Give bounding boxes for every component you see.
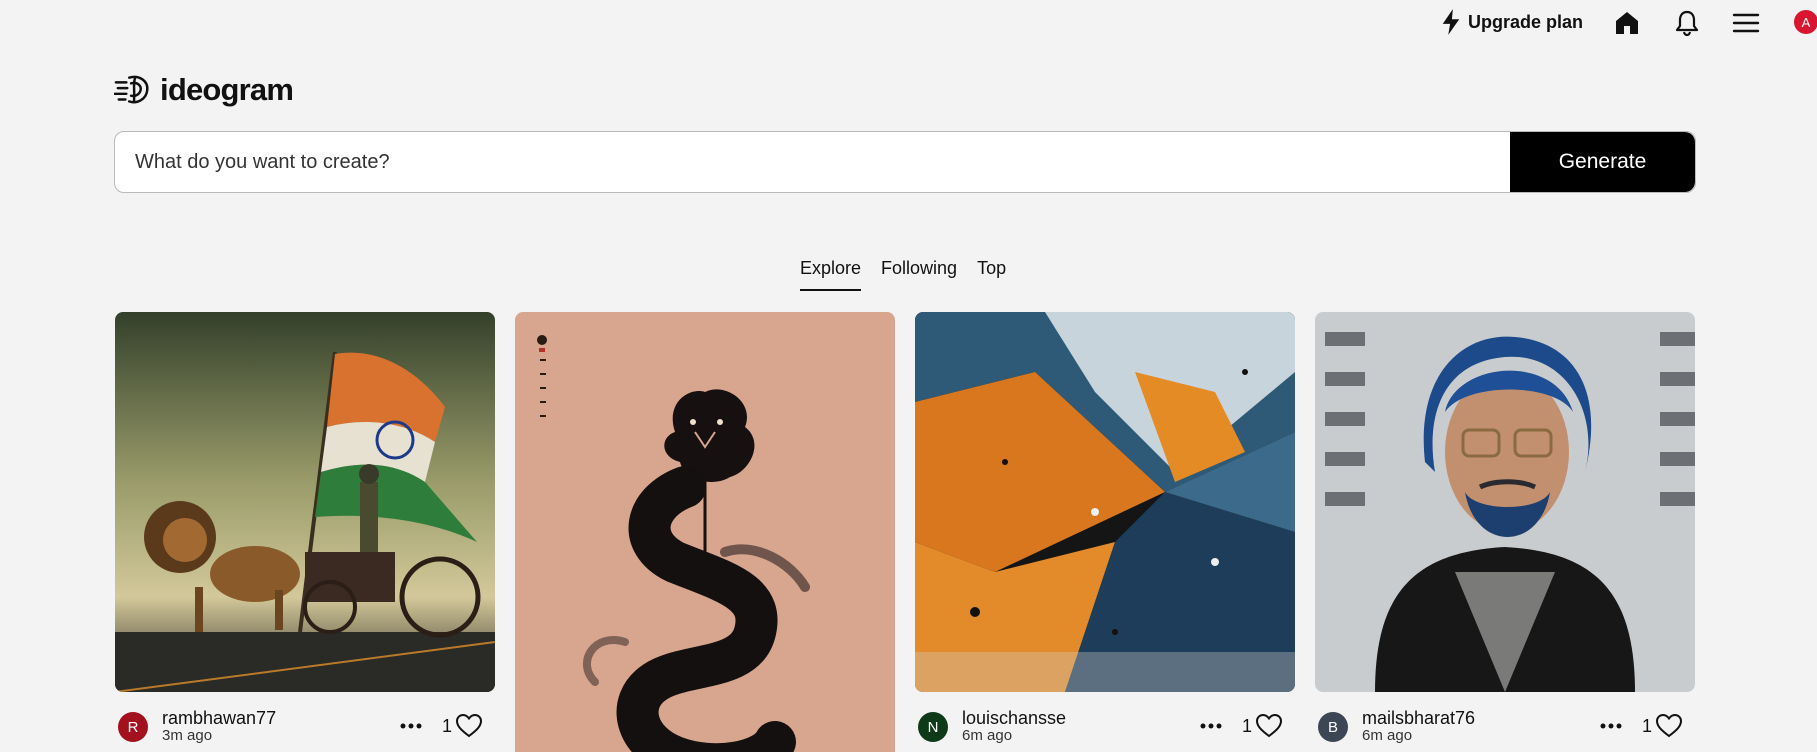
username[interactable]: rambhawan77 xyxy=(162,709,276,727)
generated-image[interactable] xyxy=(915,312,1295,692)
image-card: R rambhawan77 3m ago 1 xyxy=(115,312,495,744)
generated-image[interactable] xyxy=(515,312,895,752)
avatar[interactable]: R xyxy=(118,712,148,742)
card-meta: N louischansse 6m ago 1 xyxy=(915,704,1295,750)
more-options-icon[interactable] xyxy=(397,714,425,738)
like-count: 1 xyxy=(442,716,453,736)
prompt-input[interactable] xyxy=(115,132,1510,192)
avatar[interactable]: B xyxy=(1318,712,1348,742)
more-options-icon[interactable] xyxy=(1197,714,1225,738)
image-card: B mailsbharat76 6m ago 1 xyxy=(1315,312,1695,744)
hamburger-menu-icon[interactable] xyxy=(1731,8,1761,38)
image-card xyxy=(515,312,895,752)
timestamp: 6m ago xyxy=(1362,727,1413,744)
generate-button[interactable]: Generate xyxy=(1510,132,1695,192)
generated-image[interactable] xyxy=(115,312,495,692)
timestamp: 3m ago xyxy=(162,727,213,744)
avatar[interactable]: N xyxy=(918,712,948,742)
like-count: 1 xyxy=(1242,716,1253,736)
ideogram-logo-icon xyxy=(114,75,149,104)
prompt-bar: Generate xyxy=(114,131,1696,193)
upgrade-plan-button[interactable]: Upgrade plan xyxy=(1440,8,1583,36)
image-card: N louischansse 6m ago 1 xyxy=(915,312,1295,744)
tab-explore[interactable]: Explore xyxy=(800,258,862,291)
heart-icon[interactable] xyxy=(1655,712,1683,740)
more-options-icon[interactable] xyxy=(1597,714,1625,738)
card-meta: B mailsbharat76 6m ago 1 xyxy=(1315,704,1695,750)
username[interactable]: louischansse xyxy=(962,709,1066,727)
card-author: mailsbharat76 6m ago xyxy=(1362,709,1475,744)
ideogram-logo[interactable]: ideogram xyxy=(114,72,294,108)
bell-icon[interactable] xyxy=(1672,8,1702,38)
user-avatar[interactable]: A xyxy=(1794,10,1817,34)
like-count: 1 xyxy=(1642,716,1653,736)
lightning-icon xyxy=(1442,9,1460,35)
heart-icon[interactable] xyxy=(455,712,483,740)
card-author: louischansse 6m ago xyxy=(962,709,1066,744)
card-author: rambhawan77 3m ago xyxy=(162,709,276,744)
generated-image[interactable] xyxy=(1315,312,1695,692)
card-meta: R rambhawan77 3m ago 1 xyxy=(115,704,495,750)
logo-text: ideogram xyxy=(160,72,294,107)
username[interactable]: mailsbharat76 xyxy=(1362,709,1475,727)
heart-icon[interactable] xyxy=(1255,712,1283,740)
home-icon[interactable] xyxy=(1612,8,1642,38)
feed-tabs: Explore Following Top xyxy=(800,258,1006,291)
timestamp: 6m ago xyxy=(962,727,1013,744)
upgrade-plan-label: Upgrade plan xyxy=(1468,11,1584,32)
tab-following[interactable]: Following xyxy=(881,258,957,291)
tab-top[interactable]: Top xyxy=(977,258,1006,291)
